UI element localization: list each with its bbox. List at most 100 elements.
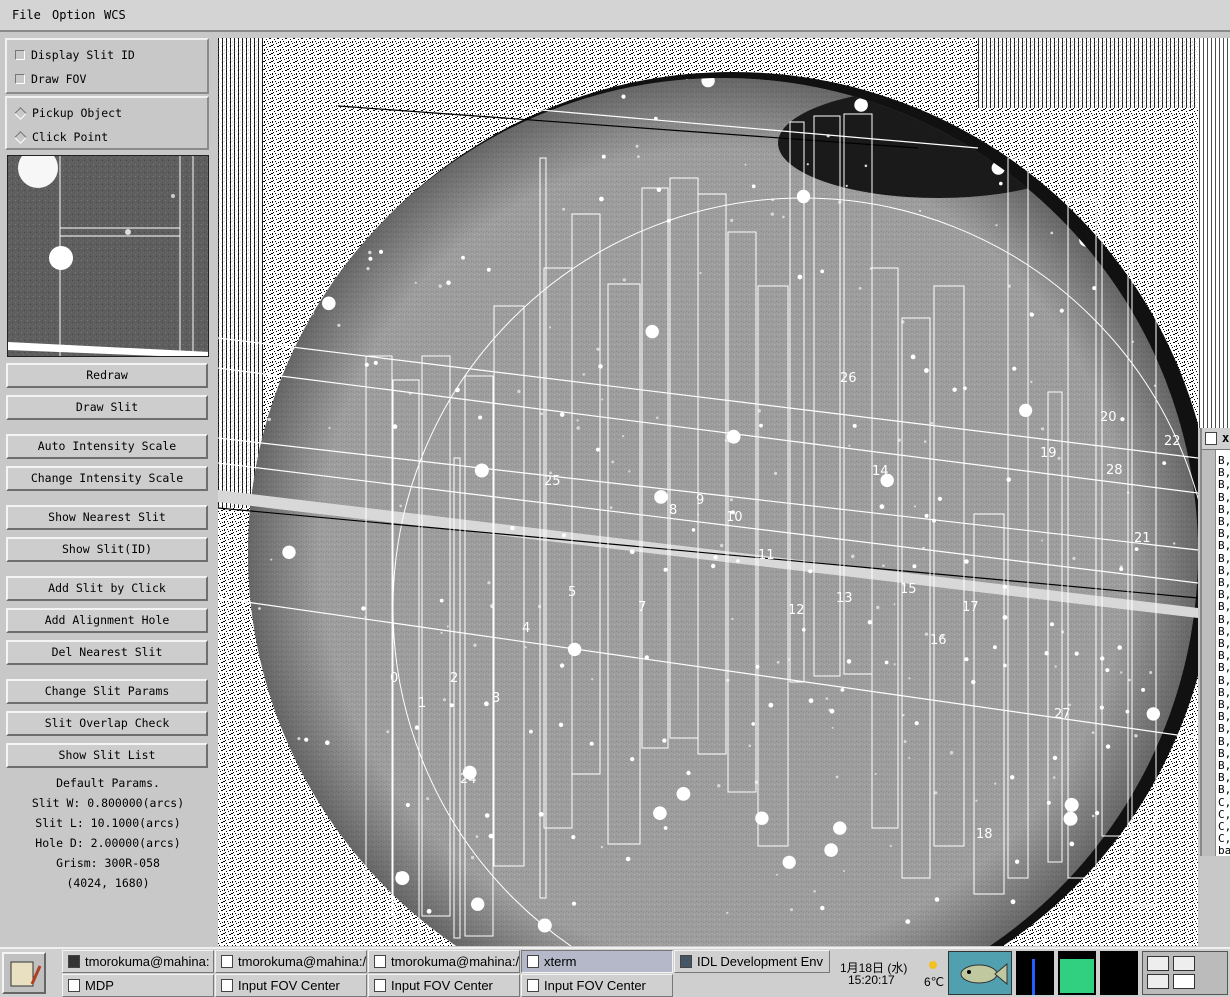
star-point (364, 362, 369, 367)
xterm-line: B, (1218, 551, 1230, 565)
star-point (676, 787, 691, 801)
star-point (1002, 615, 1008, 620)
memory-monitor-icon (1058, 951, 1096, 995)
task-idl[interactable]: IDL Development Env (674, 950, 830, 973)
xterm-line: B, (1218, 478, 1230, 492)
fov-image-canvas[interactable]: 0123457891011121314151617181920212224252… (218, 38, 1198, 946)
task-input-fov-1[interactable]: Input FOV Center (215, 974, 367, 997)
start-menu-button[interactable] (2, 952, 46, 994)
menu-option[interactable]: Option (52, 8, 95, 22)
star-point (622, 435, 625, 438)
star-point (576, 419, 579, 422)
xterm-line: B, (1218, 466, 1230, 480)
add-slit-by-click-button[interactable]: Add Slit by Click (6, 576, 208, 601)
slit-overlap-check-button[interactable]: Slit Overlap Check (6, 711, 208, 736)
draw-slit-button[interactable]: Draw Slit (6, 395, 208, 420)
del-nearest-slit-button[interactable]: Del Nearest Slit (6, 640, 208, 665)
xterm-titlebar[interactable]: x (1202, 428, 1230, 450)
slit-id-label: 16 (930, 633, 947, 648)
slit-id-label: 7 (638, 600, 646, 615)
draw-fov-checkbox[interactable]: Draw FOV (15, 72, 86, 86)
task-label: MDP (85, 978, 114, 993)
add-alignment-hole-button[interactable]: Add Alignment Hole (6, 608, 208, 633)
zoom-preview[interactable] (7, 155, 209, 357)
star-point (538, 811, 544, 817)
star-point (713, 555, 718, 560)
auto-intensity-scale-button[interactable]: Auto Intensity Scale (6, 434, 208, 459)
star-point (851, 554, 855, 559)
xterm-line: C, (1218, 820, 1230, 833)
star-point (571, 835, 576, 840)
star-point (322, 296, 336, 311)
display-slit-id-checkbox[interactable]: Display Slit ID (15, 48, 135, 62)
xterm-line: B, (1218, 576, 1230, 589)
star-point (808, 698, 814, 704)
star-point (645, 324, 659, 339)
star-point (621, 94, 626, 99)
window-icon (1205, 432, 1217, 445)
xterm-line: B, (1218, 588, 1230, 602)
task-input-fov-2[interactable]: Input FOV Center (368, 974, 520, 997)
slit-id-label: 13 (836, 591, 853, 606)
star-point (908, 757, 911, 759)
star-point (548, 326, 552, 329)
fish-applet-icon[interactable] (948, 951, 1012, 995)
star-point (994, 782, 997, 785)
slit-id-label: 4 (522, 621, 530, 636)
star-point (751, 722, 755, 726)
pickup-object-radio[interactable]: Pickup Object (14, 106, 122, 120)
xterm-line: B, (1218, 698, 1230, 711)
star-point (867, 620, 873, 625)
task-terminal-3[interactable]: tmorokuma@mahina:/ (368, 950, 520, 973)
star-point (964, 657, 969, 662)
star-point (833, 821, 847, 835)
star-point (1173, 542, 1176, 545)
star-point (908, 677, 911, 680)
star-point (1064, 797, 1079, 812)
menu-wcs[interactable]: WCS (104, 8, 126, 22)
star-point (267, 417, 271, 422)
star-point (736, 559, 740, 563)
slit-id-label: 1 (418, 696, 426, 711)
star-point (559, 412, 565, 417)
task-input-fov-3[interactable]: Input FOV Center (521, 974, 673, 997)
task-xterm[interactable]: xterm (521, 950, 673, 973)
star-point (297, 737, 301, 741)
xterm-scrollbar[interactable] (1202, 450, 1216, 856)
star-point (524, 646, 527, 649)
clock[interactable]: 1月18日 (水) 15:20:17 6℃ (836, 949, 946, 997)
star-point (601, 154, 606, 159)
task-label: IDL Development Env (697, 954, 823, 969)
star-point (949, 751, 954, 755)
star-point (529, 729, 533, 734)
redraw-button[interactable]: Redraw (6, 363, 208, 388)
star-point (806, 163, 809, 166)
star-point (1146, 707, 1160, 721)
star-point (691, 528, 696, 532)
show-slit-id-button[interactable]: Show Slit(ID) (6, 537, 208, 562)
task-terminal-2[interactable]: tmorokuma@mahina:/ (215, 950, 367, 973)
task-mdp[interactable]: MDP (62, 974, 214, 997)
change-intensity-scale-button[interactable]: Change Intensity Scale (6, 466, 208, 491)
star-point (475, 835, 479, 838)
task-terminal-1[interactable]: tmorokuma@mahina: (62, 950, 214, 973)
click-point-radio[interactable]: Click Point (14, 130, 108, 144)
xterm-window[interactable]: x B, B, B, B, B, B, B, B, B, B, B, B, B, B, B, B, B, B, B,… (1200, 428, 1230, 857)
default-params-heading: Default Params. (56, 776, 160, 790)
slit-length-value: Slit L: 10.1000(arcs) (35, 816, 181, 830)
load-monitor-icon (1100, 951, 1138, 995)
slit-id-label: 8 (669, 503, 677, 518)
xterm-line: B, (1218, 710, 1230, 724)
star-point (820, 905, 825, 911)
star-point (1134, 547, 1139, 551)
show-nearest-slit-button[interactable]: Show Nearest Slit (6, 505, 208, 530)
slit-id-label: 0 (390, 671, 398, 686)
star-point (1019, 403, 1033, 417)
show-slit-list-button[interactable]: Show Slit List (6, 743, 208, 768)
menu-file[interactable]: File (12, 8, 41, 22)
change-slit-params-button[interactable]: Change Slit Params (6, 679, 208, 704)
workspace-pager[interactable] (1142, 951, 1228, 995)
star-point (879, 504, 885, 510)
image-display[interactable]: 0 1 2 3 4 5 7 8 9 10 11 12 13 14 15 16 17 18 19 20 21 22 24 25 2… (218, 38, 1198, 946)
star-point (918, 209, 922, 213)
